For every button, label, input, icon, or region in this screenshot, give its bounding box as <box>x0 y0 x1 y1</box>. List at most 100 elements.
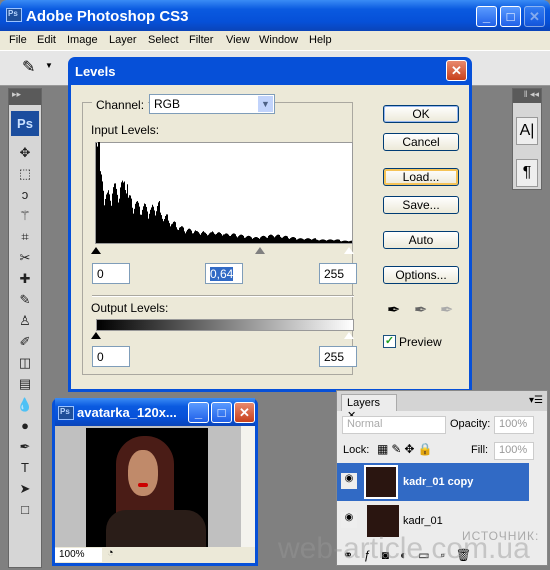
doc-minimize-button[interactable]: _ <box>188 402 209 423</box>
shape-icon[interactable]: □ <box>9 499 41 520</box>
menu-select[interactable]: Select <box>148 34 179 46</box>
gradient-icon[interactable]: ▤ <box>9 373 41 394</box>
histogram-bar <box>112 193 113 243</box>
chevron-down-icon[interactable]: ▼ <box>258 96 273 112</box>
cancel-button[interactable]: Cancel <box>383 133 459 151</box>
pen-icon[interactable]: ✒ <box>9 436 41 457</box>
options-button[interactable]: Options... <box>383 266 459 284</box>
histogram-bar <box>176 227 177 243</box>
fill-field[interactable]: 100% <box>494 442 534 460</box>
histogram-bar <box>178 230 179 243</box>
lock-icons[interactable]: ▦✎✥🔒 <box>377 442 435 456</box>
tab-layers[interactable]: Layers ✕ <box>341 394 397 422</box>
vertical-scrollbar[interactable] <box>241 426 255 547</box>
menu-edit[interactable]: Edit <box>37 34 56 46</box>
output-white-field[interactable]: 255 <box>319 346 357 367</box>
opacity-field[interactable]: 100% <box>494 416 534 434</box>
eye-icon[interactable]: ◉ <box>341 512 357 528</box>
history-brush-icon[interactable]: ✐ <box>9 331 41 352</box>
type-icon[interactable]: T <box>9 457 41 478</box>
close-button[interactable]: ✕ <box>524 6 545 27</box>
layer-name: kadr_01 copy <box>403 476 474 488</box>
histogram-bar <box>338 239 339 243</box>
auto-button[interactable]: Auto <box>383 231 459 249</box>
histogram-bar <box>128 197 129 243</box>
histogram-bar <box>160 212 161 243</box>
eraser-icon[interactable]: ◫ <box>9 352 41 373</box>
path-select-icon[interactable]: ➤ <box>9 478 41 499</box>
menu-image[interactable]: Image <box>67 34 98 46</box>
menu-file[interactable]: File <box>9 34 27 46</box>
character-panel-icon[interactable]: A| <box>516 117 538 145</box>
stamp-icon[interactable]: ♙ <box>9 310 41 331</box>
blend-mode-select[interactable]: Normal <box>342 416 446 434</box>
load-button[interactable]: Load... <box>383 168 459 186</box>
menu-filter[interactable]: Filter <box>189 34 213 46</box>
channel-select[interactable]: RGB ▼ <box>149 94 275 114</box>
histogram-bar <box>348 241 349 243</box>
dodge-icon[interactable]: ● <box>9 415 41 436</box>
input-white-slider[interactable] <box>344 247 354 254</box>
crop-icon[interactable]: ⌗ <box>9 226 41 247</box>
histogram-bar <box>321 239 322 243</box>
histogram-bar <box>132 207 133 243</box>
histogram-bar <box>126 193 127 243</box>
histogram-bar <box>327 240 328 243</box>
histogram-bar <box>237 237 238 243</box>
blur-icon[interactable]: 💧 <box>9 394 41 415</box>
output-white-slider[interactable] <box>344 332 354 339</box>
save-button[interactable]: Save... <box>383 196 459 214</box>
histogram-bar <box>290 238 291 243</box>
layer-name: kadr_01 <box>403 515 443 527</box>
histogram-bar <box>101 174 102 243</box>
layer-row-selected[interactable]: ◉ kadr_01 copy <box>337 463 529 501</box>
slice-icon[interactable]: ✂ <box>9 247 41 268</box>
dialog-close-button[interactable]: ✕ <box>446 60 467 81</box>
dock-header[interactable]: ‖ ◂◂ <box>513 89 541 103</box>
toolbox-header[interactable]: ▸▸ <box>9 89 41 105</box>
marquee-icon[interactable]: ⬚ <box>9 163 41 184</box>
magic-wand-icon[interactable]: ⚚ <box>9 205 41 226</box>
menu-view[interactable]: View <box>226 34 250 46</box>
black-eyedropper-icon[interactable]: ✒ <box>387 300 400 320</box>
status-menu-icon[interactable]: ◔ <box>107 547 114 559</box>
histogram-bar <box>116 188 117 243</box>
zoom-field[interactable]: 100% <box>55 548 102 562</box>
menu-layer[interactable]: Layer <box>109 34 137 46</box>
input-black-slider[interactable] <box>91 247 101 254</box>
chevron-down-icon[interactable]: ▼ <box>45 61 53 70</box>
ok-button[interactable]: OK <box>383 105 459 123</box>
move-icon[interactable]: ✥ <box>9 142 41 163</box>
input-white-field[interactable]: 255 <box>319 263 357 284</box>
input-black-field[interactable]: 0 <box>92 263 130 284</box>
healing-icon[interactable]: ✚ <box>9 268 41 289</box>
menu-help[interactable]: Help <box>309 34 332 46</box>
histogram-bar <box>269 235 270 243</box>
eye-icon[interactable]: ◉ <box>341 473 357 489</box>
input-gamma-field[interactable]: 0,64 <box>205 263 243 284</box>
doc-maximize-button[interactable]: □ <box>211 402 232 423</box>
gray-eyedropper-icon[interactable]: ✒ <box>414 300 427 320</box>
ps-logo[interactable]: Ps <box>11 111 39 136</box>
brush-icon[interactable]: ✎ <box>9 289 41 310</box>
output-black-slider[interactable] <box>91 332 101 339</box>
histogram-bar <box>339 239 340 243</box>
histogram-bar <box>192 233 193 243</box>
toolbox: ▸▸ Ps ✥ ⬚ ↄ ⚚ ⌗ ✂ ✚ ✎ ♙ ✐ ◫ ▤ 💧 ● ✒ T ➤ □ <box>8 88 42 568</box>
panel-menu-icon[interactable]: ▾☰ <box>529 395 543 406</box>
eyedropper-tool-icon[interactable]: ✎ <box>22 57 35 77</box>
preview-checkbox[interactable]: ✓ <box>383 335 396 348</box>
maximize-button[interactable]: □ <box>500 6 521 27</box>
minimize-button[interactable]: _ <box>476 6 497 27</box>
white-eyedropper-icon[interactable]: ✒ <box>440 300 453 320</box>
doc-close-button[interactable]: ✕ <box>234 402 255 423</box>
histogram-bar <box>250 236 251 243</box>
histogram-bar <box>292 237 293 243</box>
histogram-bar <box>195 230 196 243</box>
output-black-field[interactable]: 0 <box>92 346 130 367</box>
input-gamma-slider[interactable] <box>255 247 265 254</box>
lasso-icon[interactable]: ↄ <box>9 184 41 205</box>
canvas-area[interactable] <box>55 426 255 547</box>
paragraph-panel-icon[interactable]: ¶ <box>516 159 538 187</box>
menu-window[interactable]: Window <box>259 34 298 46</box>
